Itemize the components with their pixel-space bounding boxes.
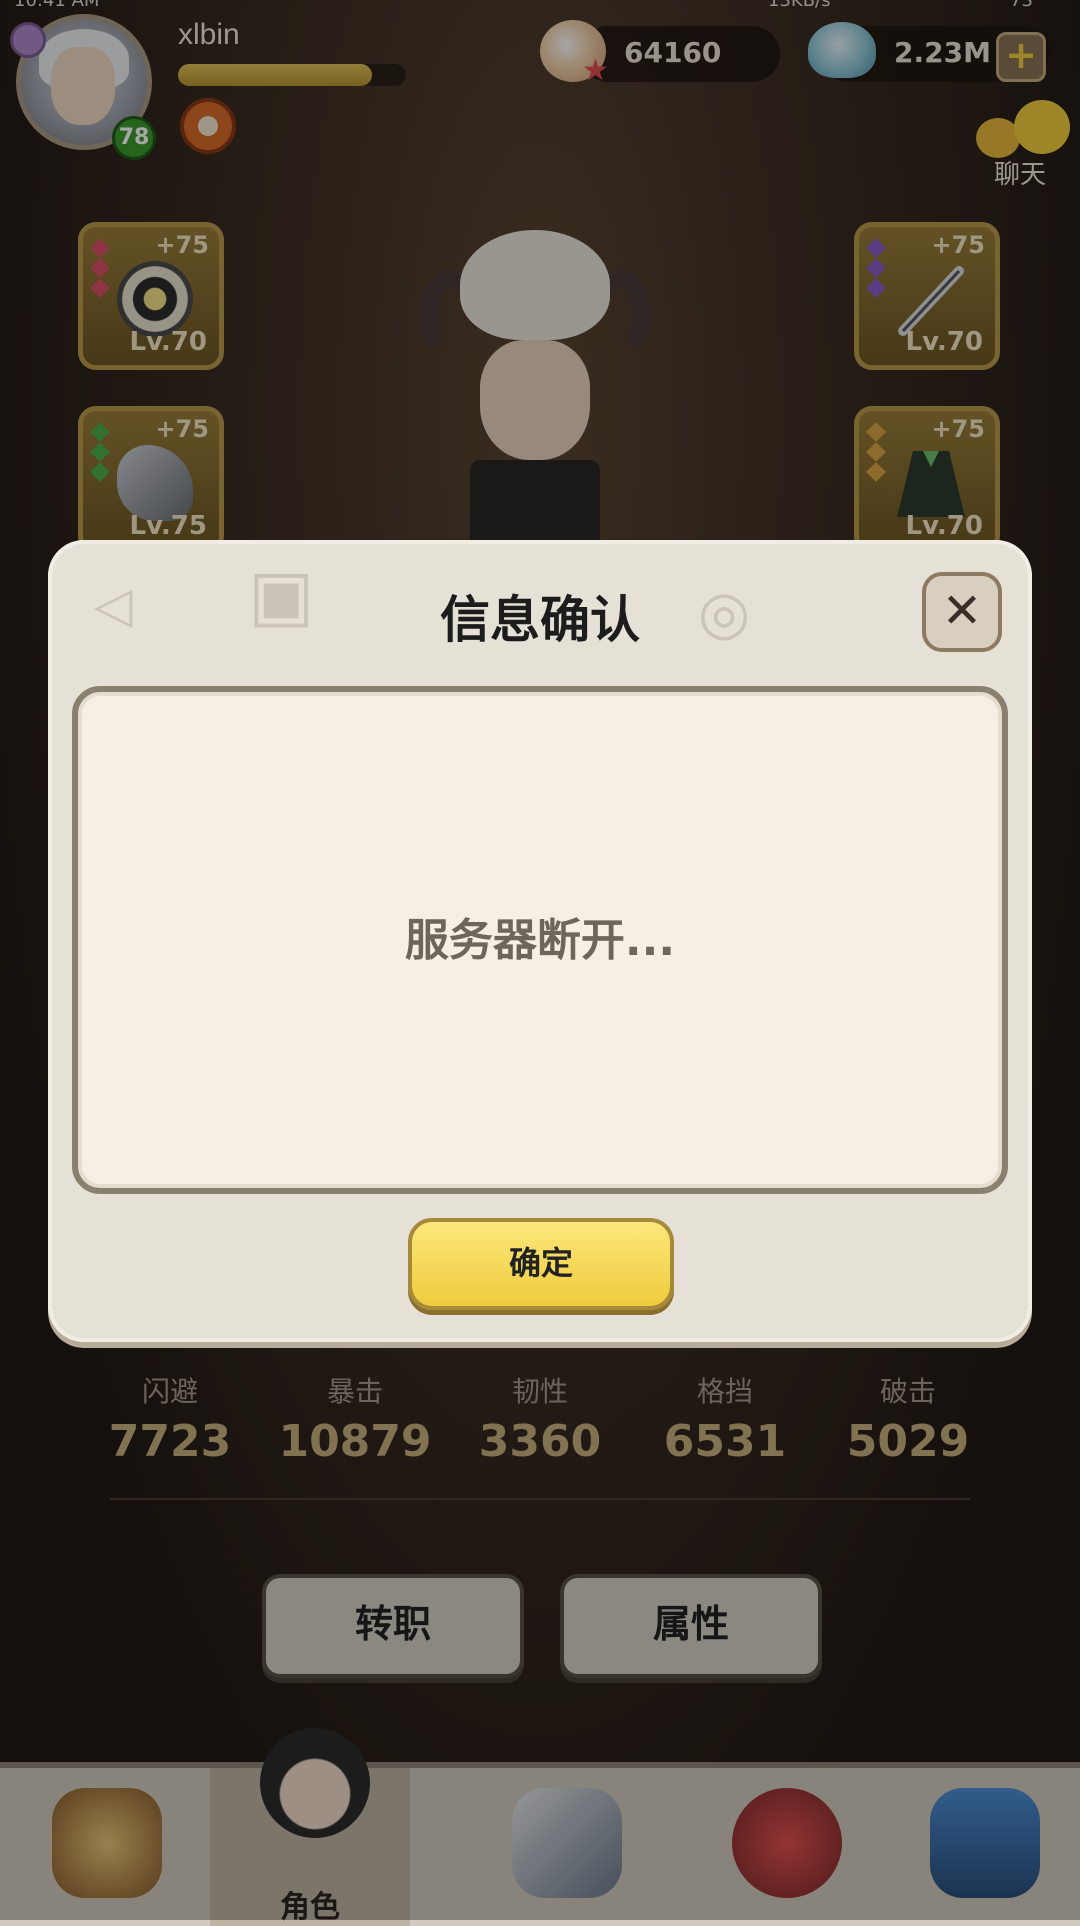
message-panel: 服务器断开... [72, 686, 1008, 1194]
close-button[interactable]: ✕ [922, 572, 1002, 652]
confirm-button[interactable]: 确定 [408, 1218, 674, 1310]
info-confirm-dialog: ◁ ▣ ◎ 信息确认 ✕ 服务器断开... 确定 [48, 540, 1032, 1342]
dialog-message: 服务器断开... [404, 915, 676, 966]
game-background: 10:41 AM 13KB/s 73 78 xlbin 64160 ★ 2.23… [0, 0, 1080, 1926]
dialog-title: 信息确认 [440, 591, 640, 649]
